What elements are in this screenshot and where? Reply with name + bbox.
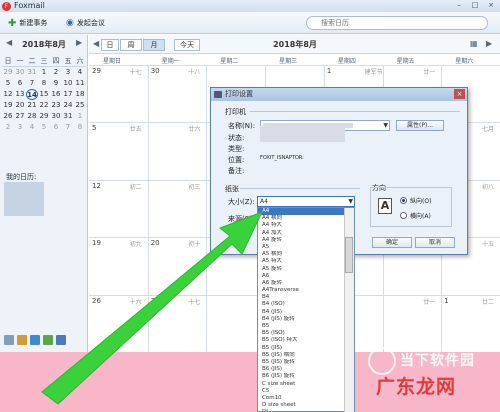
green-arrow-shape bbox=[41, 211, 263, 405]
watermark-brand: 广东龙网 bbox=[376, 376, 457, 398]
watermark-logo-icon bbox=[368, 347, 396, 375]
watermark-site-name: 当下软件园 bbox=[400, 353, 475, 369]
